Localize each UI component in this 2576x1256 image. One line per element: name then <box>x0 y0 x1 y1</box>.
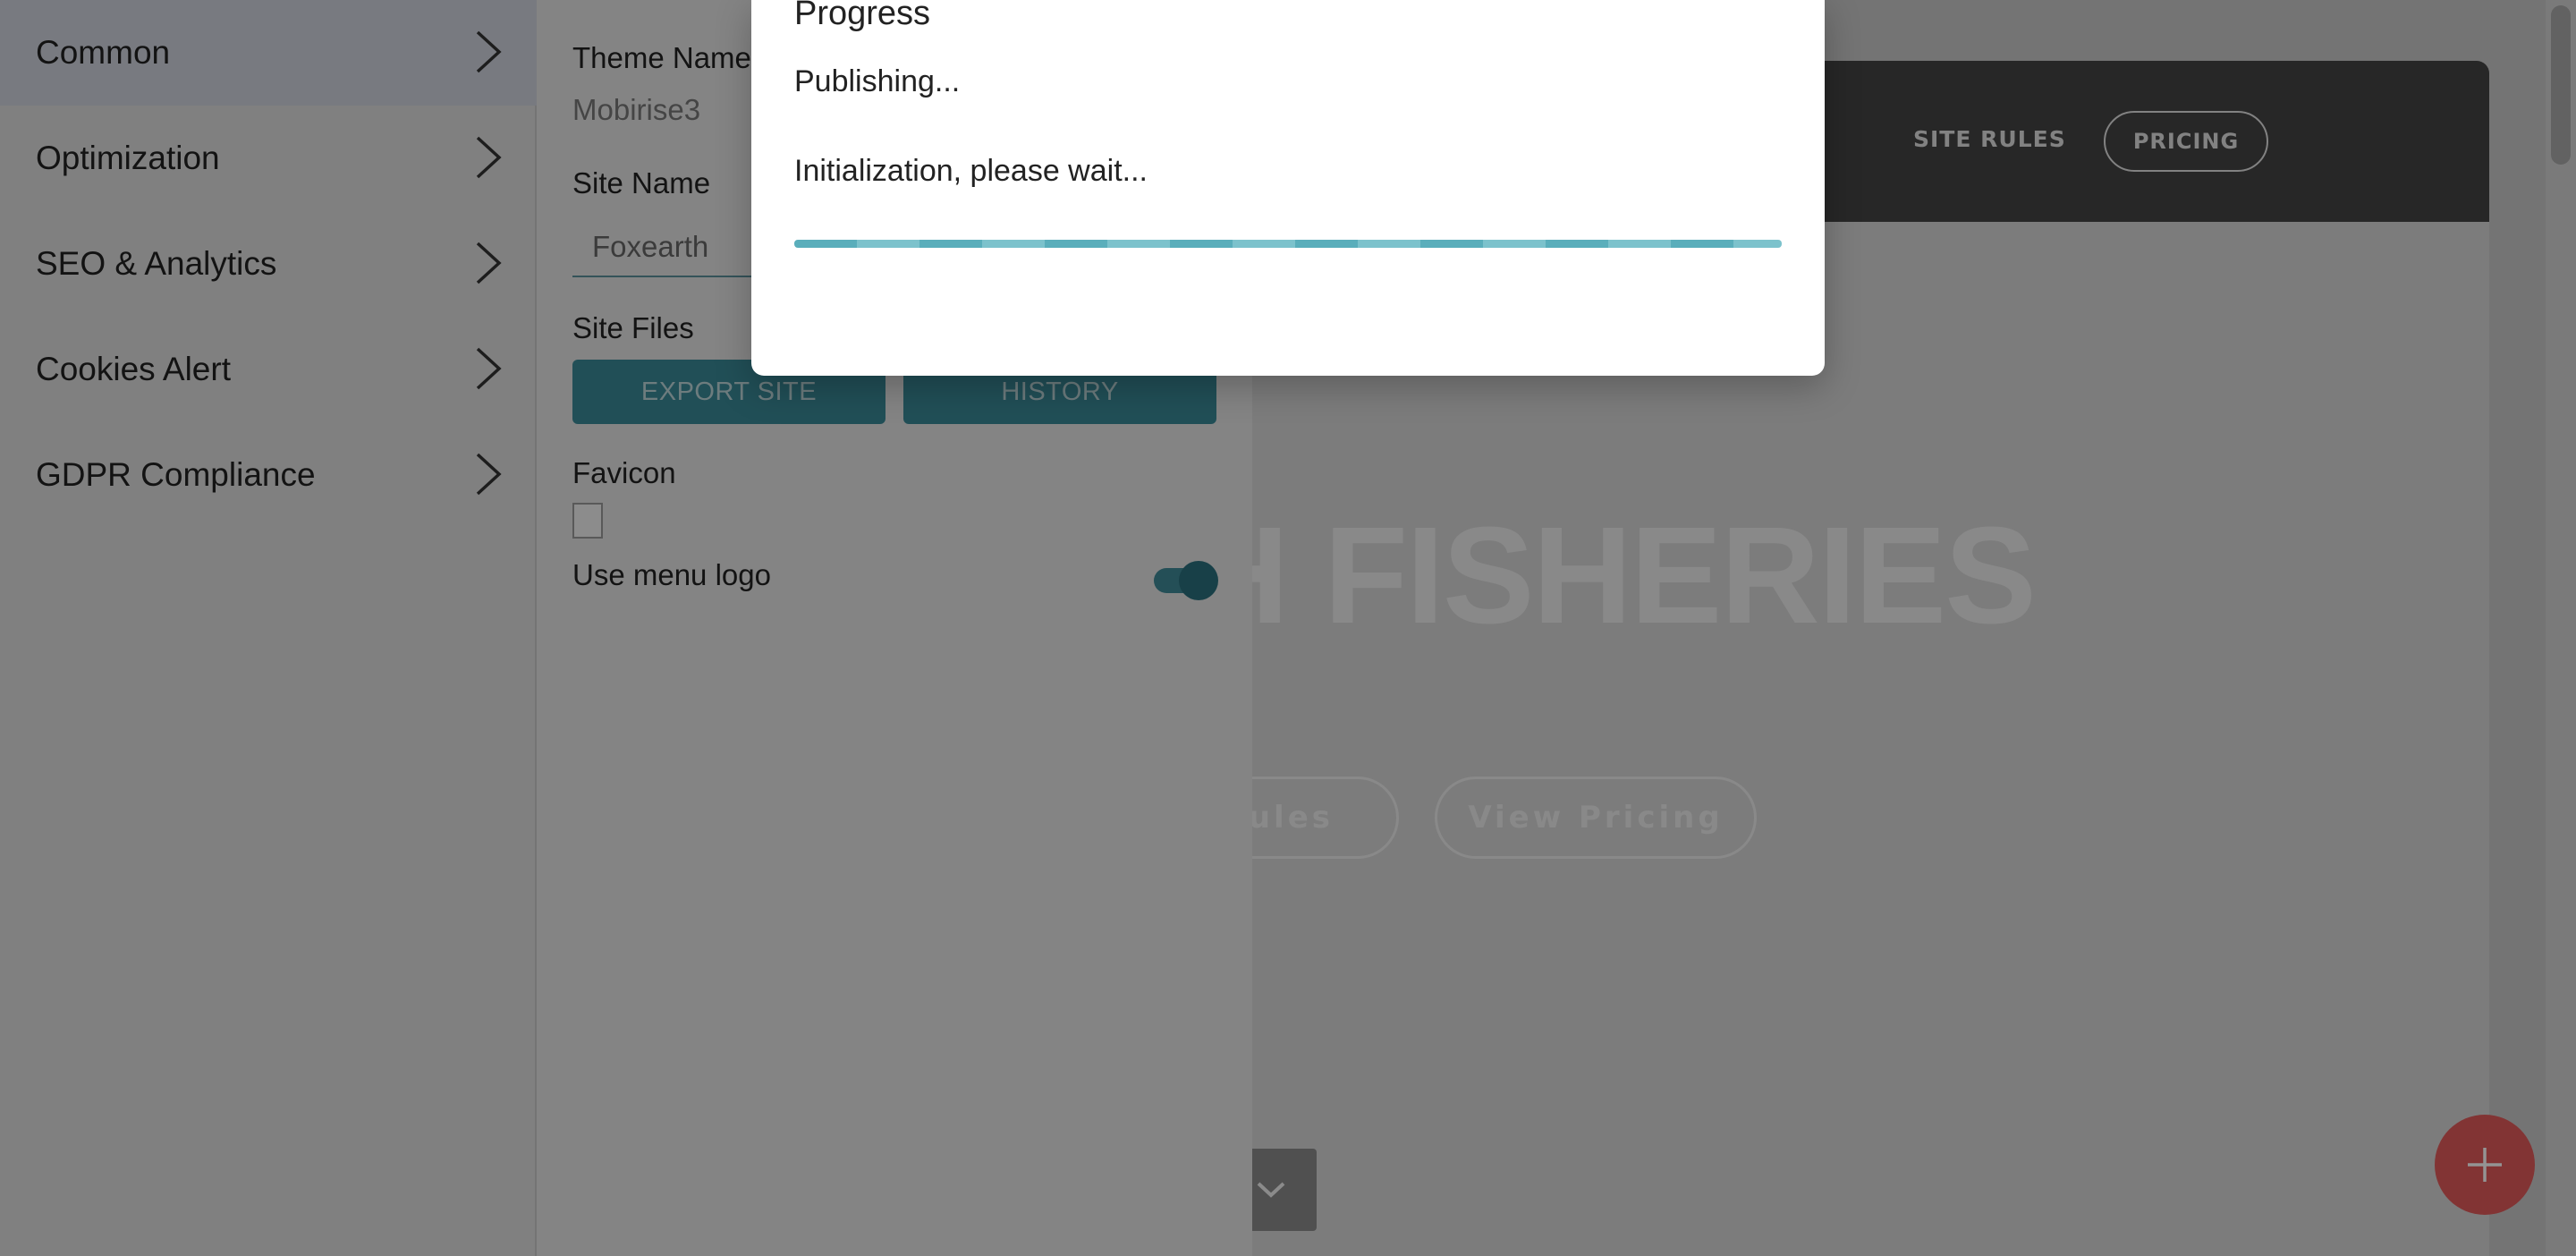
progress-dialog: Progress Publishing... Initialization, p… <box>751 0 1825 376</box>
dialog-status: Publishing... <box>794 64 961 98</box>
dialog-title: Progress <box>794 0 931 32</box>
dialog-message: Initialization, please wait... <box>794 154 1148 188</box>
progress-bar <box>794 240 1782 248</box>
progress-fill <box>794 240 1782 248</box>
